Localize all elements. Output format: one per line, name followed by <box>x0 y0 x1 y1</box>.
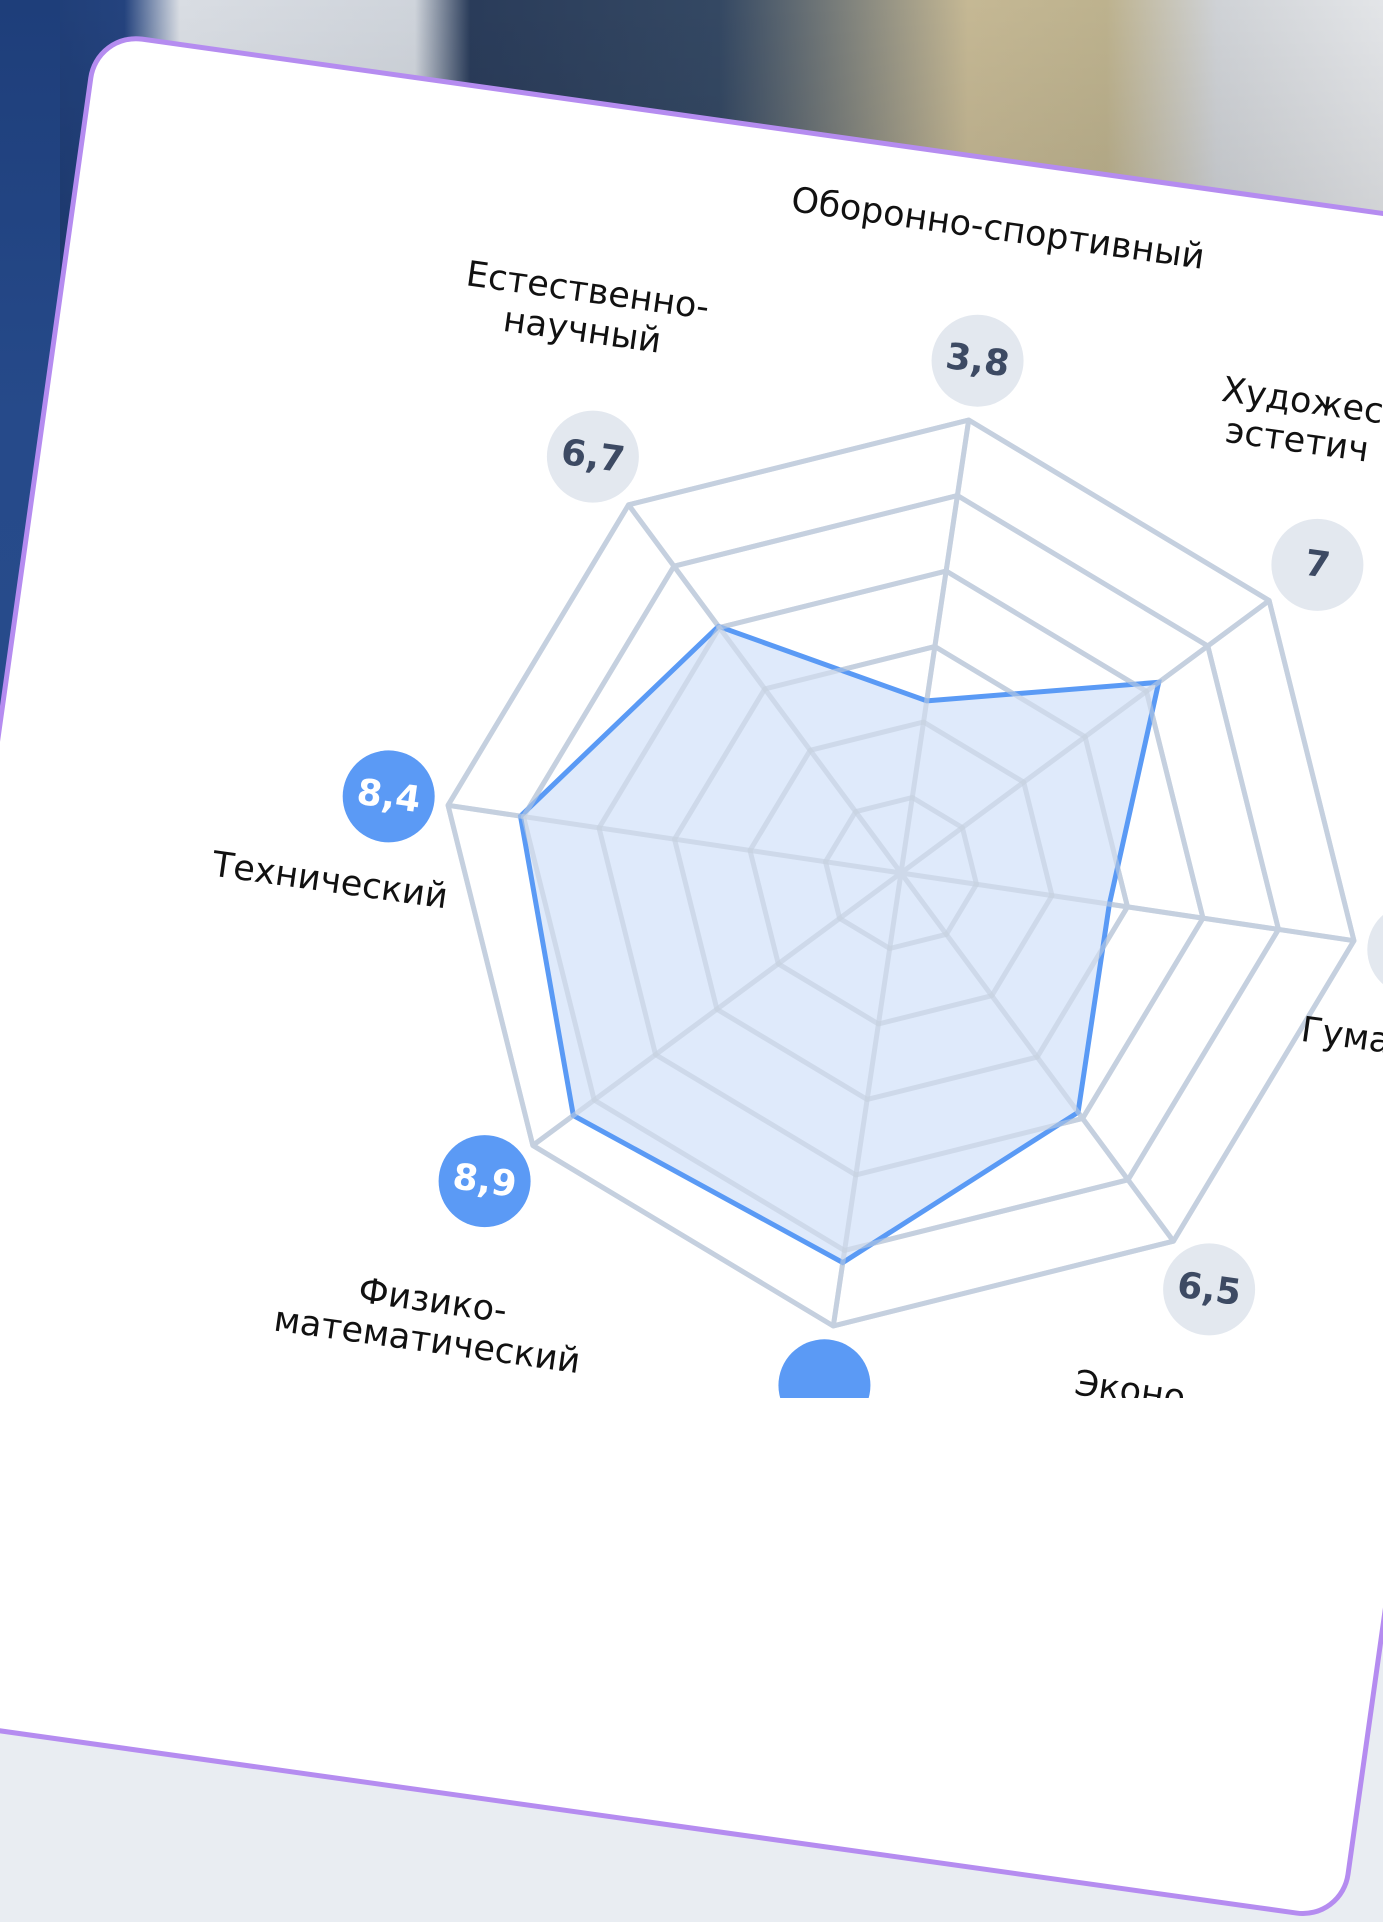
axis-label-line: Эконо <box>1072 1363 1188 1398</box>
axis-label-line: Оборонно-спортивный <box>789 180 1207 278</box>
axis-label-3: Гума <box>1299 1010 1383 1062</box>
axis-label-2: Художесэстетич <box>1214 370 1383 472</box>
value-badge-4: 6,5 <box>1159 1239 1260 1340</box>
value-badge-6: 8,9 <box>434 1131 535 1232</box>
value-badge-8: 6,7 <box>542 406 643 507</box>
value-badge-1: 3,8 <box>927 310 1028 411</box>
value-badge-text: 3,8 <box>943 336 1012 385</box>
value-badge-3 <box>1363 909 1383 990</box>
value-badge-2: 7 <box>1267 514 1368 615</box>
axis-label-1: Оборонно-спортивный <box>789 180 1207 278</box>
axis-label-8: Естественно-научный <box>458 254 712 367</box>
value-badge-text: 6,7 <box>558 432 627 481</box>
axis-label-4: Эконо <box>1072 1363 1188 1398</box>
value-badge-5 <box>774 1335 875 1398</box>
value-badge-text: 8,9 <box>450 1156 519 1205</box>
axis-label-line: Технический <box>209 845 451 918</box>
value-badge-text: 6,5 <box>1175 1265 1244 1314</box>
axis-label-7: Технический <box>209 845 451 918</box>
axis-label-line: Гума <box>1299 1010 1383 1062</box>
radar-chart: 3,8 7 6,5 8,9 8,4 6,7 Оборонно-спортивныйХудо… <box>209 180 1383 1398</box>
value-badge-7: 8,4 <box>338 746 439 847</box>
axis-label-6: Физико-математический <box>271 1260 588 1382</box>
